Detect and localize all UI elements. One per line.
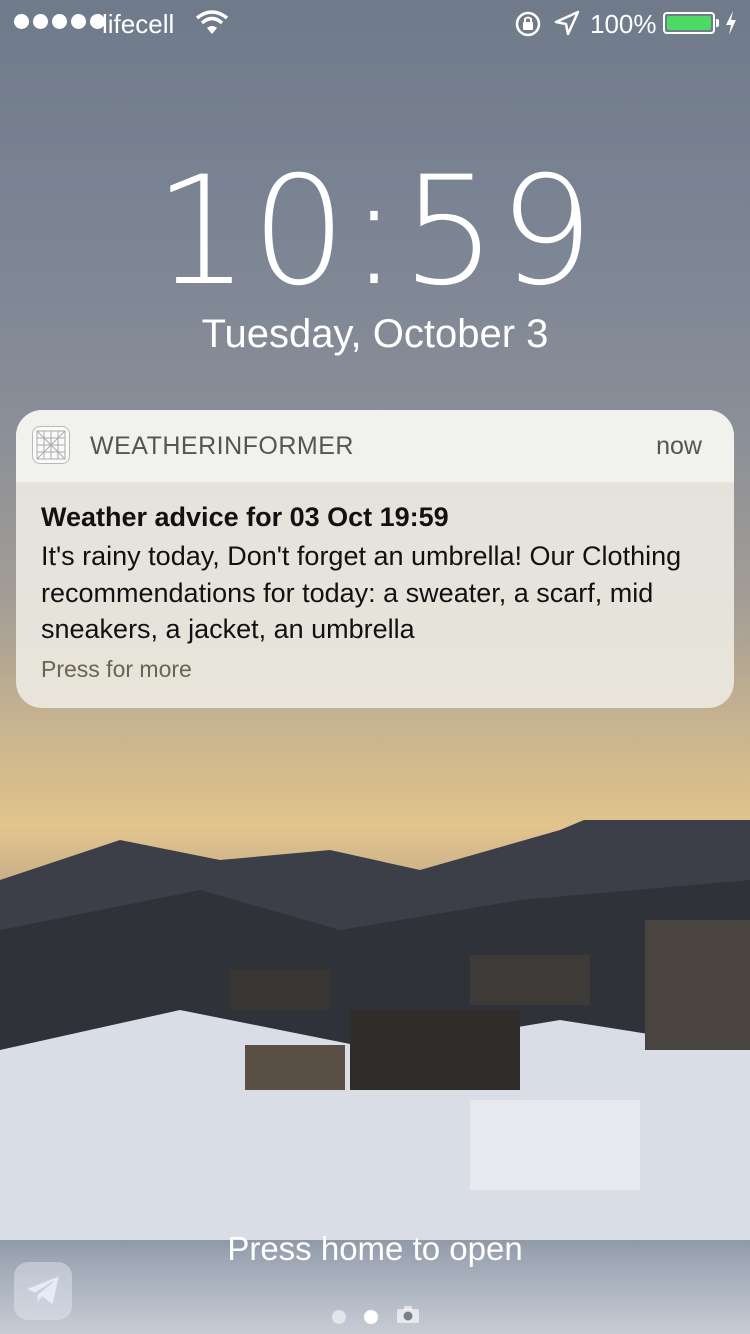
press-for-more-hint: Press for more <box>41 656 192 682</box>
telegram-icon[interactable] <box>14 1262 72 1320</box>
notification-app-name: WEATHERINFORMER <box>90 432 354 460</box>
lock-date: Tuesday, October 3 <box>201 312 549 356</box>
press-home-hint: Press home to open <box>227 1230 523 1267</box>
page-indicator <box>332 1304 420 1329</box>
signal-dots-icon <box>14 14 105 29</box>
battery-icon <box>663 12 715 34</box>
notification-title: Weather advice for 03 Oct 19:59 <box>41 502 449 532</box>
notification-body: It's rainy today, Don't forget an umbrel… <box>41 541 682 644</box>
page-dot-active <box>364 1309 378 1324</box>
notification-header: WEATHERINFORMER now <box>16 410 734 483</box>
wifi-icon <box>195 10 229 43</box>
battery-percent: 100% <box>590 9 657 39</box>
notification-timestamp: now <box>656 432 702 460</box>
camera-icon[interactable] <box>396 1304 420 1329</box>
location-arrow-icon <box>554 10 580 43</box>
charging-bolt-icon <box>724 10 738 43</box>
landscape <box>0 820 750 1240</box>
carrier-label: lifecell <box>102 9 175 39</box>
weather-grid-icon <box>32 426 70 464</box>
notification-card[interactable]: WEATHERINFORMER now Weather advice for 0… <box>16 410 734 708</box>
rotation-lock-icon <box>514 10 542 45</box>
status-bar: lifecell 100% <box>0 0 750 48</box>
page-dot <box>332 1309 346 1324</box>
lock-time: 10:59 <box>153 145 597 319</box>
